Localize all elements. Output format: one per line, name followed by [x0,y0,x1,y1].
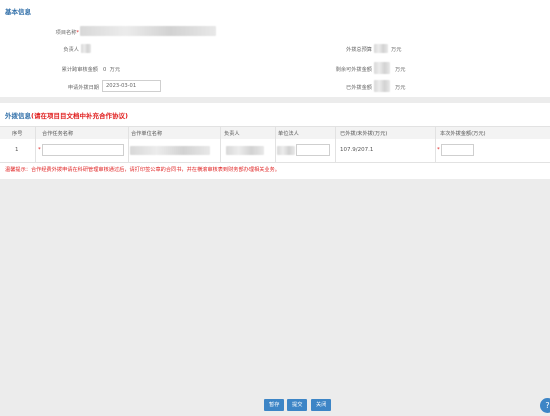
content-area [0,179,550,416]
help-icon[interactable]: ? [540,398,550,413]
paid-amount-unit: 万元 [395,85,406,91]
leader-label: 负责人 [63,47,79,53]
close-button[interactable]: 关闭 [311,399,332,411]
th-transferred: 已外拨/未外拨(万元) [340,131,388,137]
current-amount-input[interactable] [441,144,474,156]
task-name-required-mark: * [38,147,41,153]
th-legal-person: 单位法人 [278,131,299,137]
legal-person-value [277,146,295,155]
th-current-amount: 本次外拨金额(万元) [440,131,486,137]
section-divider [0,97,550,103]
amount-required-mark: * [437,147,440,153]
paid-amount-value [374,80,390,92]
task-name-input[interactable] [42,144,124,156]
row-index: 1 [15,147,19,153]
save-button[interactable]: 暂存 [264,399,285,411]
th-task-name: 合作任务名称 [42,131,74,137]
remaining-amount-unit: 万元 [395,67,406,73]
total-budget-unit: 万元 [391,47,402,53]
submit-button[interactable]: 提交 [287,399,308,411]
basic-info-title: 基本信息 [5,8,31,16]
cumulative-amount-value: 0 万元 [103,67,121,73]
remaining-amount-label: 剩余可外拨金额 [335,67,372,73]
th-index: 序号 [12,131,23,137]
cumulative-amount-label: 累计跨审核金额 [61,67,98,73]
apply-date-label: 申请外拨日期 [67,85,99,91]
leader-cell-value [226,146,264,155]
project-name-label: 项目名称* [55,30,79,36]
transferred-value: 107.9/207.1 [340,147,374,153]
project-name-value [80,26,216,36]
warning-text: 温馨提示：合作经费外拨申请在科研管理审核通过后，请打印签公章的合同书，并在横滚审… [5,167,280,173]
apply-date-input[interactable]: 2023-03-01 [102,80,161,92]
transfer-info-title: 外拨信息(请在项目目文档中补充合作协议) [5,112,128,120]
total-budget-value [374,44,388,53]
legal-person-input[interactable] [296,144,330,156]
total-budget-label: 外拨总预算 [346,47,372,53]
remaining-amount-value [374,62,390,74]
unit-name-value [130,146,210,155]
paid-amount-label: 已外拨金额 [346,85,372,91]
th-unit-name: 合作单位名称 [131,131,163,137]
leader-value [81,44,91,53]
th-leader: 负责人 [224,131,240,137]
